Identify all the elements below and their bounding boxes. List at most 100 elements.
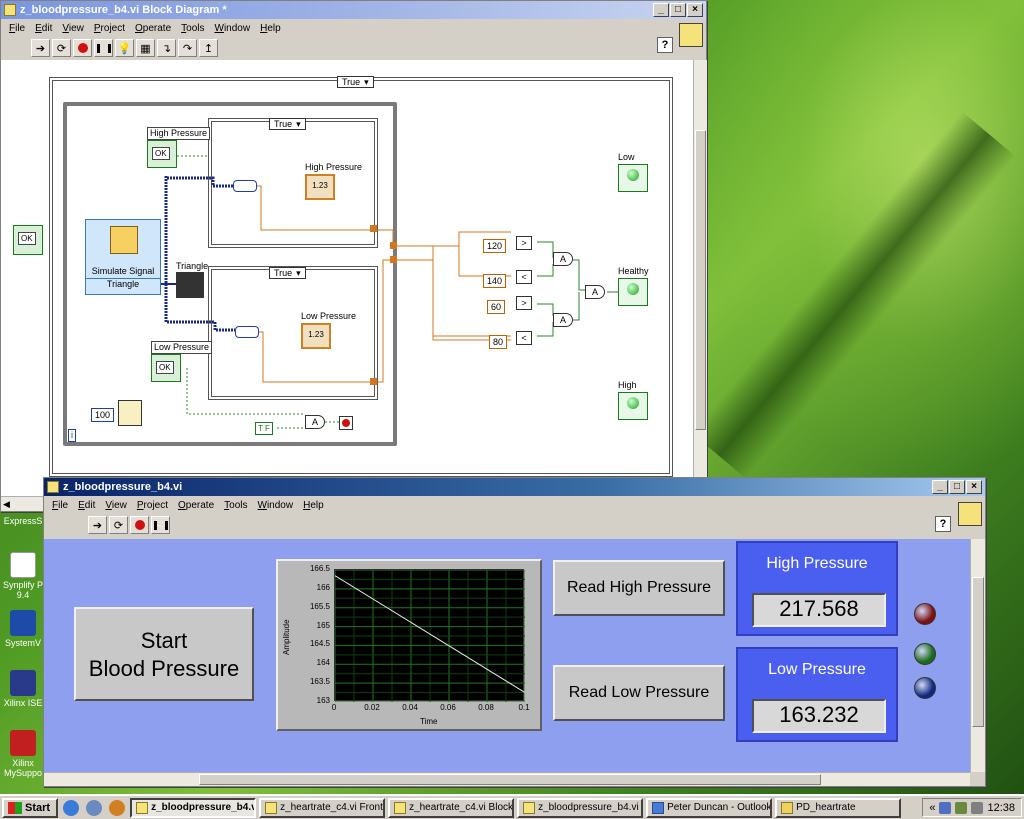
loop-condition-stop-icon[interactable] [339, 416, 353, 430]
step-over-button[interactable]: ↷ [178, 39, 197, 57]
maximize-button[interactable]: □ [949, 480, 965, 494]
block-diagram-titlebar[interactable]: z_bloodpressure_b4.vi Block Diagram * _ … [1, 1, 706, 19]
and-gate-high[interactable]: A [553, 252, 573, 266]
step-into-button[interactable]: ↴ [157, 39, 176, 57]
low-led-terminal[interactable] [618, 164, 648, 192]
constant-80[interactable]: 80 [489, 335, 508, 349]
pause-button[interactable] [151, 516, 170, 534]
media-quicklaunch-icon[interactable] [109, 799, 126, 816]
high-pressure-button-terminal[interactable]: OK [147, 140, 177, 168]
context-help-button[interactable]: ? [657, 37, 673, 53]
run-button[interactable]: ➔ [31, 39, 50, 57]
scrollbar-thumb[interactable] [972, 577, 984, 727]
and-gate-healthy[interactable]: A [585, 285, 605, 299]
start-button[interactable]: Start [2, 797, 59, 818]
scroll-left-icon[interactable]: ◀ [3, 499, 10, 510]
menu-tools[interactable]: Tools [176, 23, 209, 34]
constant-140[interactable]: 140 [483, 274, 507, 288]
run-continuously-button[interactable]: ⟳ [52, 39, 71, 57]
taskbar-item-heartrate-fp[interactable]: z_heartrate_c4.vi Front ... [259, 797, 386, 818]
less-than-node[interactable]: < [516, 331, 532, 345]
menu-help[interactable]: Help [298, 500, 329, 511]
taskbar-item-heartrate-bd[interactable]: z_heartrate_c4.vi Block ... [388, 797, 515, 818]
desktop-icon-xilinx-ise[interactable]: Xilinx ISE [2, 670, 44, 708]
greater-than-node[interactable]: > [516, 236, 532, 250]
menu-file[interactable]: File [47, 500, 73, 511]
vertical-scrollbar[interactable] [693, 60, 707, 496]
constant-60[interactable]: 60 [487, 300, 506, 314]
minimize-button[interactable]: _ [932, 480, 948, 494]
low-pressure-indicator[interactable]: 1.23 [301, 323, 331, 349]
healthy-led-terminal[interactable] [618, 278, 648, 306]
menu-view[interactable]: View [100, 500, 132, 511]
greater-than-node[interactable]: > [516, 296, 532, 310]
menu-view[interactable]: View [57, 23, 89, 34]
scrollbar-thumb[interactable] [199, 774, 821, 785]
menu-edit[interactable]: Edit [73, 500, 100, 511]
less-than-node[interactable]: < [516, 270, 532, 284]
context-help-button[interactable]: ? [935, 516, 951, 532]
desktop-icon-systemv[interactable]: SystemV [2, 610, 44, 648]
read-high-pressure-button[interactable]: Read High Pressure [553, 560, 725, 616]
wait-ms-constant[interactable]: 100 [91, 408, 115, 422]
high-led-terminal[interactable] [618, 392, 648, 420]
simulate-signal-express-vi[interactable]: Simulate Signal Triangle [85, 219, 161, 295]
low-pressure-button-terminal[interactable]: OK [151, 354, 181, 382]
menu-project[interactable]: Project [89, 23, 130, 34]
desktop-icon-expresss[interactable]: ExpressS [2, 516, 44, 526]
run-button[interactable]: ➔ [88, 516, 107, 534]
menu-edit[interactable]: Edit [30, 23, 57, 34]
tray-expand-icon[interactable]: « [929, 802, 935, 814]
close-button[interactable]: × [966, 480, 982, 494]
constant-120[interactable]: 120 [483, 239, 507, 253]
menu-help[interactable]: Help [255, 23, 286, 34]
desktop-icon-label: SystemV [4, 638, 41, 648]
taskbar-item-bloodpressure-fp[interactable]: z_bloodpressure_b4.vi [130, 797, 257, 818]
menu-file[interactable]: File [4, 23, 30, 34]
outlook-quicklaunch-icon[interactable] [86, 799, 103, 816]
menu-window[interactable]: Window [210, 23, 256, 34]
ie-quicklaunch-icon[interactable] [63, 799, 80, 816]
and-gate-stop[interactable]: A [305, 415, 325, 429]
menu-operate[interactable]: Operate [130, 23, 176, 34]
vertical-scrollbar[interactable] [970, 539, 985, 772]
scrollbar-thumb[interactable] [695, 130, 706, 430]
abort-button[interactable] [73, 39, 92, 57]
taskbar-item-bloodpressure-bd[interactable]: z_bloodpressure_b4.vi Bl... [517, 797, 644, 818]
read-low-pressure-button[interactable]: Read Low Pressure [553, 665, 725, 721]
minimize-button[interactable]: _ [653, 3, 669, 17]
taskbar-item-outlook[interactable]: Peter Duncan - Outlook ... [646, 797, 773, 818]
abort-button[interactable] [130, 516, 149, 534]
true-constant[interactable]: T F [255, 422, 273, 435]
front-panel-titlebar[interactable]: z_bloodpressure_b4.vi _ □ × [44, 478, 985, 496]
maximize-button[interactable]: □ [670, 3, 686, 17]
retain-wire-values-button[interactable]: ▦ [136, 39, 155, 57]
step-out-button[interactable]: ↥ [199, 39, 218, 57]
from-dynamic-data-low[interactable] [235, 326, 259, 338]
clock[interactable]: 12:38 [987, 802, 1015, 814]
taskbar-item-folder[interactable]: PD_heartrate [775, 797, 902, 818]
highlight-execution-button[interactable]: 💡 [115, 39, 134, 57]
shield-icon[interactable] [939, 801, 952, 814]
pause-button[interactable] [94, 39, 113, 57]
block-diagram-canvas[interactable]: True ▾ True ▾ True ▾ OK High Pressure OK… [1, 60, 693, 500]
menu-operate[interactable]: Operate [173, 500, 219, 511]
menu-tools[interactable]: Tools [219, 500, 252, 511]
waveform-graph[interactable]: Amplitude 163 163.5 164 164.5 165 165.5 166 166… [276, 559, 542, 731]
and-gate-low[interactable]: A [553, 313, 573, 327]
network-icon[interactable] [955, 801, 968, 814]
stop-button-terminal[interactable]: OK [13, 225, 43, 255]
run-continuously-button[interactable]: ⟳ [109, 516, 128, 534]
wait-timer-icon[interactable] [118, 400, 142, 426]
close-button[interactable]: × [687, 3, 703, 17]
waveform-graph-terminal[interactable] [176, 272, 204, 298]
horizontal-scrollbar[interactable] [44, 772, 970, 786]
speaker-icon[interactable] [971, 801, 984, 814]
desktop-icon-xilinx-support[interactable]: Xilinx MySuppo [2, 730, 44, 778]
high-pressure-indicator[interactable]: 1.23 [305, 174, 335, 200]
from-dynamic-data-high[interactable] [233, 180, 257, 192]
menu-project[interactable]: Project [132, 500, 173, 511]
start-blood-pressure-button[interactable]: Start Blood Pressure [74, 607, 254, 701]
desktop-icon-synplify[interactable]: Synplify P 9.4 [2, 552, 44, 600]
menu-window[interactable]: Window [253, 500, 299, 511]
